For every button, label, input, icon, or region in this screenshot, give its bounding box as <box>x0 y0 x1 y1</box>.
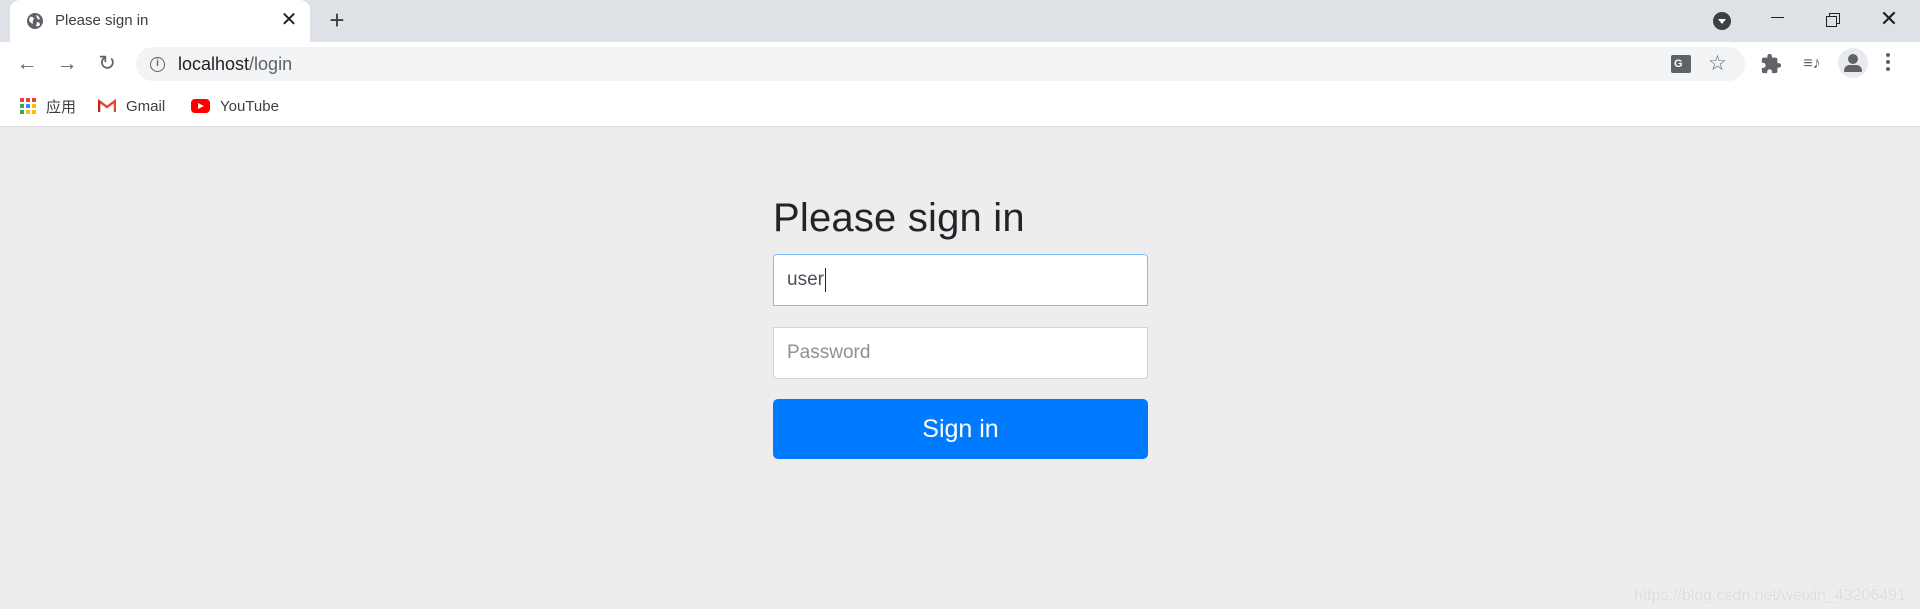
bookmark-youtube[interactable]: YouTube <box>191 95 279 117</box>
apps-grid-icon <box>20 98 36 114</box>
watermark-text: https://blog.csdn.net/weixin_43206491 <box>1633 587 1906 604</box>
new-tab-button[interactable]: + <box>324 7 350 34</box>
browser-toolbar: ← → ↻ i localhost/login G ☆ ≡♪ <box>0 42 1920 86</box>
page-content: Please sign in user Password Sign in htt… <box>0 128 1920 609</box>
globe-icon <box>27 13 43 29</box>
username-input[interactable]: user <box>773 254 1148 306</box>
password-placeholder: Password <box>787 342 871 363</box>
site-info-icon[interactable]: i <box>150 57 165 72</box>
bookmark-star-icon[interactable]: ☆ <box>1708 51 1727 76</box>
url-path: /login <box>249 54 293 74</box>
gmail-icon <box>98 99 116 112</box>
bookmark-gmail[interactable]: Gmail <box>98 95 165 117</box>
tab-title: Please sign in <box>55 12 149 29</box>
profile-avatar-icon[interactable] <box>1838 48 1868 78</box>
text-caret <box>824 267 826 292</box>
minimize-button[interactable] <box>1762 6 1792 32</box>
reload-button[interactable]: ↻ <box>94 51 120 77</box>
page-heading: Please sign in <box>773 196 1025 240</box>
window-close-button[interactable]: ✕ <box>1874 6 1904 32</box>
bookmark-label: 应用 <box>46 98 77 116</box>
restore-button[interactable] <box>1818 6 1848 32</box>
media-control-icon[interactable]: ≡♪ <box>1799 51 1825 77</box>
bookmark-label: Gmail <box>126 97 166 115</box>
bookmark-label: YouTube <box>220 97 279 115</box>
tab-strip: Please sign in ✕ + ✕ <box>0 0 1920 42</box>
back-button[interactable]: ← <box>14 51 40 77</box>
address-bar[interactable]: i localhost/login G ☆ <box>136 47 1745 81</box>
url-host: localhost <box>178 54 250 74</box>
url-text[interactable]: localhost/login <box>178 54 292 75</box>
translate-icon[interactable]: G <box>1671 55 1691 73</box>
browser-menu-icon[interactable] <box>1885 53 1891 75</box>
close-tab-icon[interactable]: ✕ <box>278 9 300 31</box>
bookmarks-bar: 应用 Gmail YouTube <box>0 86 1920 127</box>
tab-search-icon[interactable] <box>1713 12 1731 30</box>
forward-button[interactable]: → <box>54 51 80 77</box>
sign-in-button[interactable]: Sign in <box>773 399 1148 459</box>
extensions-puzzle-icon[interactable] <box>1760 53 1782 75</box>
password-input[interactable]: Password <box>773 327 1148 379</box>
youtube-icon <box>191 99 210 113</box>
username-value: user <box>787 269 824 290</box>
browser-tab-active[interactable]: Please sign in ✕ <box>10 0 310 42</box>
bookmark-apps[interactable]: 应用 <box>20 95 76 117</box>
